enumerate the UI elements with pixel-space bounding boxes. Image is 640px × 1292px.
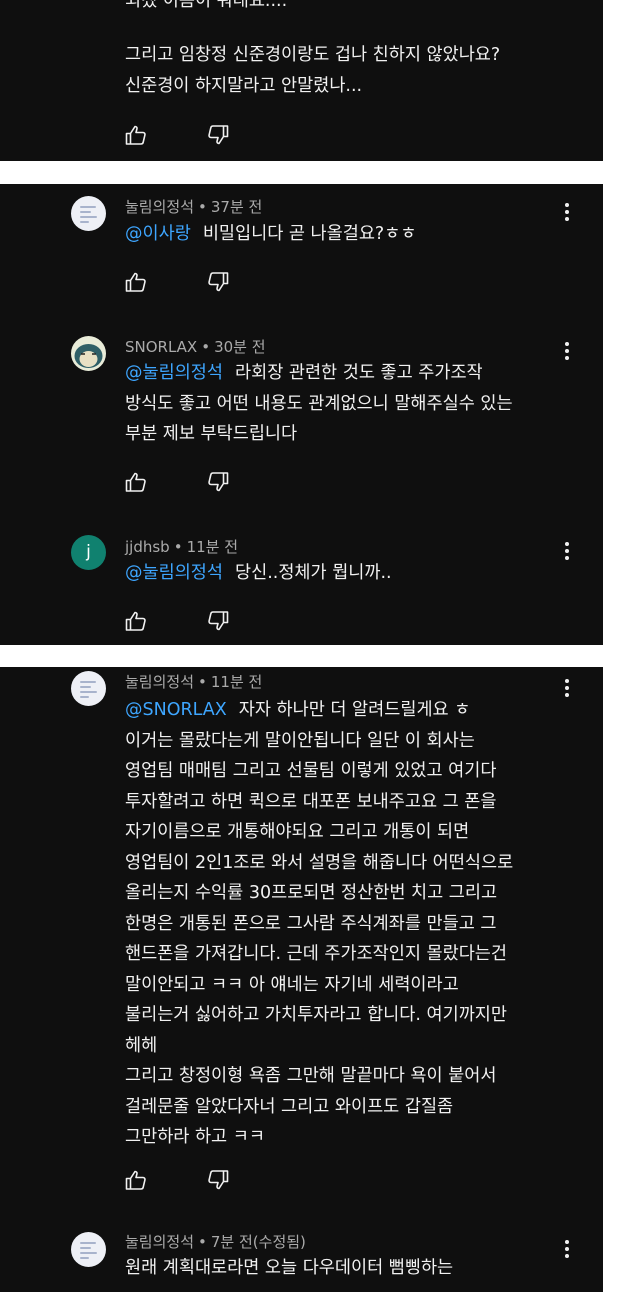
- thumbs-up-icon[interactable]: [124, 470, 148, 494]
- thumbs-down-icon[interactable]: [206, 270, 230, 294]
- comment-body: 당신..정체가 뭡니까..: [235, 563, 392, 583]
- thumbs-down-icon[interactable]: [206, 609, 230, 633]
- mention-link[interactable]: @SNORLAX: [125, 700, 227, 720]
- comment-header: 눌림의정석 • 37분 전: [125, 198, 263, 216]
- comment-time: 11분 전: [210, 673, 263, 691]
- more-vert-icon[interactable]: [560, 340, 574, 362]
- thumbs-down-icon[interactable]: [206, 1168, 230, 1192]
- thumbs-up-icon[interactable]: [124, 123, 148, 147]
- more-vert-icon[interactable]: [560, 677, 574, 699]
- comment-text: @눌림의정석 당신..정체가 뭡니까..: [125, 558, 392, 589]
- thumbs-up-icon[interactable]: [124, 1168, 148, 1192]
- comment-text: 그리고 임창정 신준경이랑도 겁나 친하지 않았나요? 신준경이 하지말라고 안…: [125, 45, 501, 96]
- comment-time: 7분 전(수정됨): [210, 1233, 306, 1251]
- more-vert-icon[interactable]: [560, 1238, 574, 1260]
- more-vert-icon[interactable]: [560, 540, 574, 562]
- comment-text: @눌림의정석 라회장 관련한 것도 좋고 주가조작 방식도 좋고 어떤 내용도 관…: [125, 358, 513, 450]
- author-name[interactable]: 눌림의정석: [125, 198, 194, 216]
- avatar[interactable]: j: [71, 535, 106, 570]
- comment-header: SNORLAX • 30분 전: [125, 338, 266, 356]
- comment-header: 눌림의정석 • 7분 전(수정됨): [125, 1233, 306, 1251]
- comment-text: @이사랑 비밀입니다 곧 나올걸요?ㅎㅎ: [125, 219, 416, 250]
- comment-time: 37분 전: [210, 198, 263, 216]
- comment-panel-3: 눌림의정석 • 11분 전 @SNORLAX 자자 하나만 더 알려드릴게요 ㅎ 이거…: [0, 667, 603, 1292]
- author-name[interactable]: SNORLAX: [125, 338, 197, 356]
- author-name[interactable]: 눌림의정석: [125, 673, 194, 691]
- comment-header: jjdhsb • 11분 전: [125, 538, 239, 556]
- comment-text-cut: 되겠 이름이 뭐래요....: [125, 0, 288, 11]
- avatar[interactable]: [71, 1232, 106, 1267]
- comment-text: @SNORLAX 자자 하나만 더 알려드릴게요 ㅎ 이거는 몰랐다는게 말이안됩…: [125, 695, 513, 1153]
- author-name[interactable]: jjdhsb: [125, 538, 170, 556]
- thumbs-up-icon[interactable]: [124, 609, 148, 633]
- comment-header: 눌림의정석 • 11분 전: [125, 673, 263, 691]
- comment-body: 비밀입니다 곧 나올걸요?ㅎㅎ: [202, 224, 417, 244]
- more-vert-icon[interactable]: [560, 201, 574, 223]
- mention-link[interactable]: @이사랑: [125, 224, 191, 244]
- avatar[interactable]: [71, 336, 106, 371]
- comment-panel-2: 눌림의정석 • 37분 전 @이사랑 비밀입니다 곧 나올걸요?ㅎㅎ SNORLAX •…: [0, 184, 603, 645]
- comment-time: 30분 전: [214, 338, 266, 356]
- comment-panel-1: 되겠 이름이 뭐래요.... 그리고 임창정 신준경이랑도 겁나 친하지 않았나…: [0, 0, 603, 161]
- thumbs-down-icon[interactable]: [206, 123, 230, 147]
- comment-time: 11분 전: [186, 538, 239, 556]
- mention-link[interactable]: @눌림의정석: [125, 363, 223, 383]
- avatar[interactable]: [71, 671, 106, 706]
- mention-link[interactable]: @눌림의정석: [125, 563, 223, 583]
- thumbs-down-icon[interactable]: [206, 470, 230, 494]
- comment-body: 자자 하나만 더 알려드릴게요 ㅎ 이거는 몰랐다는게 말이안됩니다 일단 이 …: [125, 700, 514, 1147]
- author-name[interactable]: 눌림의정석: [125, 1233, 194, 1251]
- comment-text: 원래 계획대로라면 오늘 다우데이터 뻠삥하는: [125, 1258, 454, 1278]
- avatar[interactable]: [71, 196, 106, 231]
- thumbs-up-icon[interactable]: [124, 270, 148, 294]
